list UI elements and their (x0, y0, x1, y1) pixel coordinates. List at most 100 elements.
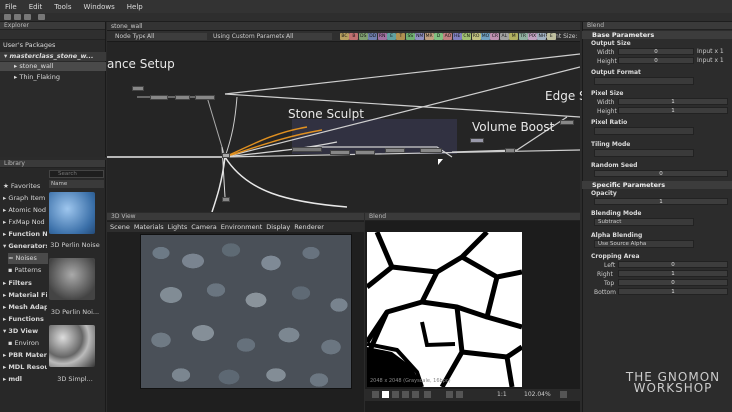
library-cat-mesh-adaptive[interactable]: ▸ Mesh Adap (3, 302, 47, 313)
library-cat-favorites[interactable]: ★ Favorites (3, 181, 47, 192)
library-cat-function-nodes[interactable]: ▸ Function N (3, 229, 47, 240)
output-tag[interactable]: MO (481, 33, 490, 40)
graph-node[interactable] (330, 150, 350, 155)
custom-params-dropdown[interactable]: All (284, 33, 332, 40)
px-height-field[interactable]: 1 (618, 107, 728, 114)
output-tag[interactable]: B (349, 33, 359, 40)
output-tag[interactable]: E (546, 33, 556, 40)
channel-icon[interactable] (392, 391, 399, 398)
menu-file[interactable]: File (5, 3, 17, 11)
package-item[interactable]: ▾ masterclass_stone_w... (0, 52, 106, 61)
3d-menu-scene[interactable]: Scene (110, 222, 130, 232)
graph-node[interactable] (292, 147, 322, 152)
open-icon[interactable] (14, 14, 21, 20)
library-cat-graph-items[interactable]: ▸ Graph Item (3, 193, 47, 204)
tiling-mode-dropdown[interactable] (594, 149, 694, 157)
library-cat-mdl-resources[interactable]: ▸ MDL Resou (3, 362, 47, 373)
3d-menu-materials[interactable]: Materials (134, 222, 164, 232)
crop-right-field[interactable]: 1 (618, 270, 728, 277)
output-tag[interactable]: NH (537, 33, 547, 40)
pixel-ratio-dropdown[interactable] (594, 127, 694, 135)
graph-node[interactable] (560, 120, 574, 125)
tree-item-thin-flaking[interactable]: ▸ Thin_Flaking (0, 73, 106, 82)
graph-node[interactable] (132, 86, 144, 91)
output-tag[interactable]: CN (462, 33, 472, 40)
graph-tab[interactable]: stone_wall (111, 23, 143, 30)
alpha-blending-dropdown[interactable]: Use Source Alpha (594, 240, 694, 248)
output-tag[interactable]: TR (518, 33, 528, 40)
thumb-3d-perlin-noise[interactable] (49, 192, 95, 234)
output-tag[interactable]: M (509, 33, 519, 40)
graph-node[interactable] (195, 95, 215, 100)
library-cat-functions[interactable]: ▸ Functions (3, 314, 47, 325)
output-tag[interactable]: NM (415, 33, 425, 40)
output-tag[interactable]: T (396, 33, 406, 40)
library-cat-3d-view[interactable]: ▾ 3D View (3, 326, 47, 337)
new-icon[interactable] (4, 14, 11, 20)
height-field[interactable]: 0 (618, 57, 694, 64)
histogram-icon[interactable] (412, 391, 419, 398)
height-input-mode[interactable]: Input x 1 (697, 57, 724, 64)
menu-help[interactable]: Help (127, 3, 143, 11)
output-tag[interactable]: CR (490, 33, 500, 40)
library-cat-material-filters[interactable]: ▸ Material Fi (3, 290, 47, 301)
3d-menu-renderer[interactable]: Renderer (294, 222, 324, 232)
graph-node[interactable] (355, 150, 375, 155)
output-tag[interactable]: D (434, 33, 443, 40)
output-tag[interactable]: SS (405, 33, 415, 40)
library-cat-fxmap-nodes[interactable]: ▸ FxMap Nod (3, 217, 47, 228)
menu-edit[interactable]: Edit (29, 3, 43, 11)
crop-bottom-field[interactable]: 1 (618, 288, 728, 295)
output-tag[interactable]: BC (340, 33, 349, 40)
library-cat-generators[interactable]: ▾ Generators (3, 241, 47, 252)
thumb-3d-simplex-noise[interactable] (49, 325, 95, 367)
graph-node[interactable] (420, 148, 442, 153)
zoom-level[interactable]: 102.04% (524, 391, 551, 398)
stone-wall-render[interactable] (140, 234, 352, 389)
width-input-mode[interactable]: Input x 1 (697, 48, 724, 55)
section-base-parameters[interactable]: Base Parameters (582, 31, 732, 39)
display-mode-icon[interactable] (372, 391, 379, 398)
graph-node[interactable] (505, 148, 515, 153)
tile-icon[interactable] (402, 391, 409, 398)
3d-menu-lights[interactable]: Lights (168, 222, 188, 232)
section-specific-parameters[interactable]: Specific Parameters (582, 181, 732, 189)
library-cat-noises[interactable]: ≈ Noises (8, 253, 48, 264)
graph-node[interactable] (470, 138, 484, 143)
3d-menu-camera[interactable]: Camera (191, 222, 217, 232)
output-tag[interactable]: AL (499, 33, 509, 40)
blending-mode-dropdown[interactable]: Subtract (594, 218, 694, 226)
graph-node[interactable] (222, 153, 230, 158)
opacity-slider[interactable]: 1 (594, 198, 728, 205)
thumb-3d-perlin-noise-2[interactable] (49, 258, 95, 300)
width-field[interactable]: 0 (618, 48, 694, 55)
settings-icon[interactable] (560, 391, 567, 398)
output-format-dropdown[interactable] (594, 77, 694, 85)
snapshot-icon[interactable] (424, 391, 431, 398)
3d-menu-display[interactable]: Display (266, 222, 290, 232)
tree-item-stone-wall[interactable]: ▸ stone_wall (0, 62, 106, 71)
crop-left-field[interactable]: 0 (618, 261, 728, 268)
menu-windows[interactable]: Windows (84, 3, 115, 11)
graph-node[interactable] (175, 95, 190, 100)
output-tag[interactable]: DS (358, 33, 368, 40)
px-width-field[interactable]: 1 (618, 98, 728, 105)
zoom-icon[interactable] (456, 391, 463, 398)
library-cat-pbr-materials[interactable]: ▸ PBR Mater (3, 350, 47, 361)
library-cat-filters[interactable]: ▸ Filters (3, 278, 47, 289)
output-tag[interactable]: PIX (528, 33, 537, 40)
ratio-label[interactable]: 1:1 (497, 391, 507, 398)
library-search-input[interactable]: Search (49, 170, 104, 178)
random-seed-field[interactable]: 0 (594, 170, 728, 177)
blend-output-image[interactable] (367, 232, 522, 387)
library-cat-environment[interactable]: ▪ Environ (8, 338, 52, 349)
output-tag[interactable]: RO (471, 33, 481, 40)
output-tag[interactable]: DD (368, 33, 378, 40)
fit-icon[interactable] (446, 391, 453, 398)
library-name-header[interactable]: Name (49, 180, 104, 188)
color-mode-icon[interactable] (382, 391, 389, 398)
library-cat-patterns[interactable]: ▪ Patterns (8, 265, 52, 276)
graph-node[interactable] (385, 148, 405, 153)
node-type-dropdown[interactable]: All (145, 33, 207, 40)
library-cat-mdl[interactable]: ▸ mdl (3, 374, 47, 385)
